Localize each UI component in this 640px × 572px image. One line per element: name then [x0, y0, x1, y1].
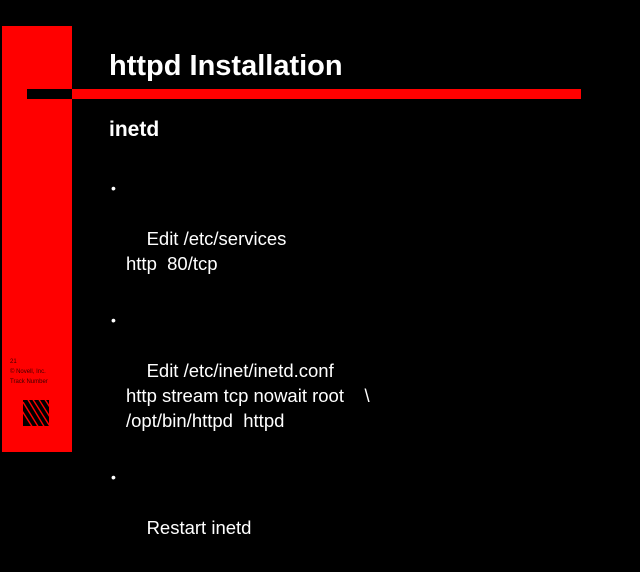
- bullet-dot-icon: •: [111, 469, 116, 485]
- bullet-text: Edit /etc/services http 80/tcp: [126, 228, 287, 274]
- title-rule-left: [27, 89, 72, 99]
- bullet-text: Edit /etc/inet/inetd.conf http stream tc…: [126, 360, 370, 431]
- bullet-list: • Edit /etc/services http 80/tcp • Edit …: [109, 176, 370, 572]
- page-number: 21: [10, 359, 17, 365]
- bullet-dot-icon: •: [111, 312, 116, 328]
- copyright-text: © Novell, Inc.: [10, 369, 46, 375]
- sidebar-meta: 21 © Novell, Inc. Track Number: [10, 357, 68, 387]
- bullet-text: Restart inetd: [146, 517, 252, 538]
- title-rule: [72, 89, 581, 99]
- slide-subtitle: inetd: [109, 118, 160, 141]
- bullet-dot-icon: •: [111, 180, 116, 196]
- novell-logo-icon: [23, 400, 49, 426]
- bullet-item-edit-services: • Edit /etc/services http 80/tcp: [109, 176, 370, 301]
- track-label: Track Number: [10, 379, 48, 385]
- bullet-item-edit-inetd-conf: • Edit /etc/inet/inetd.conf http stream …: [109, 308, 370, 458]
- slide-title: httpd Installation: [109, 50, 343, 82]
- bullet-item-restart-inetd: • Restart inetd: [109, 465, 370, 565]
